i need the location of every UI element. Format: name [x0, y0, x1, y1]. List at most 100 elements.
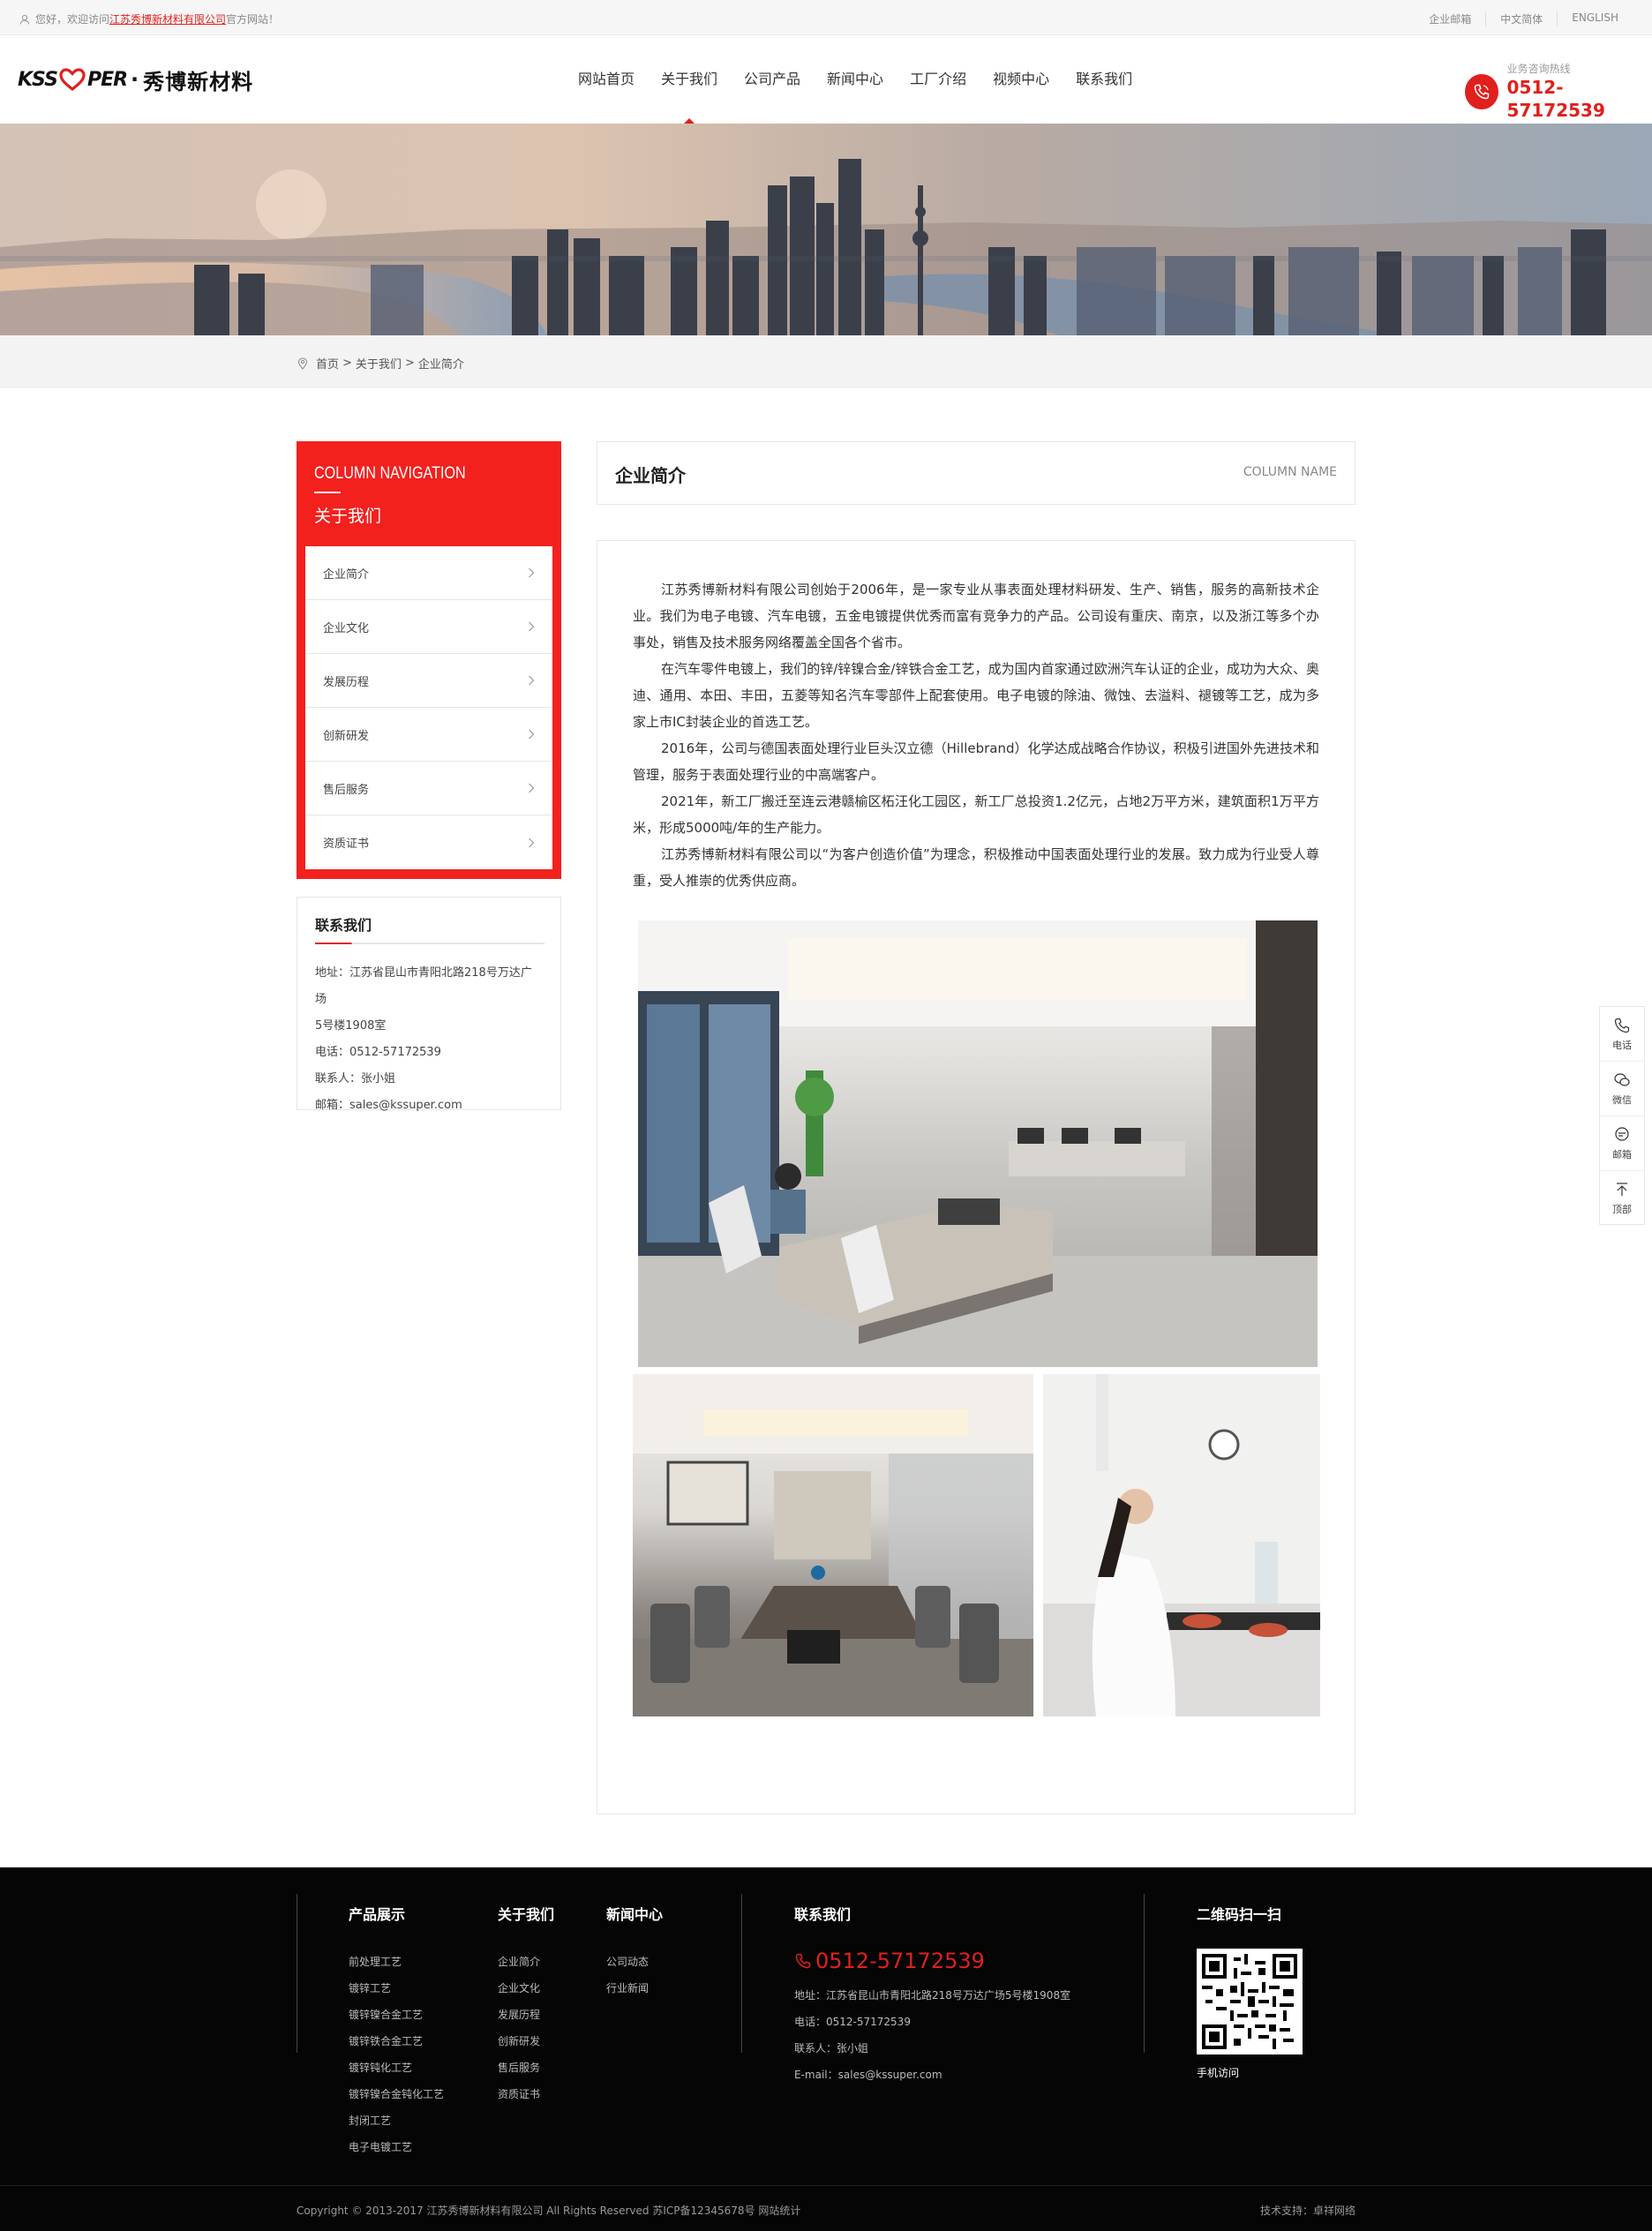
nav-contact[interactable]: 联系我们 — [1063, 35, 1145, 124]
breadcrumb-bar: 首页 > 关于我们 > 企业简介 — [0, 335, 1652, 388]
column-nav-title-en: COLUMN NAVIGATION — [314, 464, 466, 483]
copyright-bar: Copyright © 2013-2017 江苏秀博新材料有限公司 All Ri… — [297, 2203, 1355, 2218]
laboratory-photo — [1043, 1374, 1320, 1716]
footer-link[interactable]: 创新研发 — [498, 2028, 554, 2054]
footer-divider — [741, 1894, 742, 2053]
footer-products: 产品展示 前处理工艺 镀锌工艺 镀锌镍合金工艺 镀锌铁合金工艺 镀锌钝化工艺 镀… — [349, 1903, 444, 2160]
main-nav: 网站首页 关于我们 公司产品 新闻中心 工厂介绍 视频中心 联系我们 — [565, 35, 1145, 124]
float-phone-button[interactable]: 电话 — [1600, 1007, 1644, 1062]
nav-news[interactable]: 新闻中心 — [814, 35, 897, 124]
footer-link[interactable]: 镀锌工艺 — [349, 1975, 444, 2002]
company-link[interactable]: 江苏秀博新材料有限公司 — [109, 11, 226, 26]
sidebar-item-rnd[interactable]: 创新研发 — [305, 708, 552, 762]
link-chinese[interactable]: 中文简体 — [1485, 11, 1557, 26]
company-profile-text: 江苏秀博新材料有限公司创始于2006年，是一家专业从事表面处理材料研发、生产、销… — [633, 576, 1319, 894]
contact-person: 联系人：张小姐 — [315, 1072, 396, 1085]
sidebar-item-label: 售后服务 — [323, 783, 370, 797]
sidebar-item-certificates[interactable]: 资质证书 — [305, 815, 552, 869]
footer-link[interactable]: 电子电镀工艺 — [349, 2134, 444, 2160]
office-photo — [638, 920, 1318, 1367]
footer-link[interactable]: 镀锌镍合金钝化工艺 — [349, 2081, 444, 2107]
breadcrumb-about[interactable]: 关于我们 — [356, 355, 402, 372]
sidebar-item-culture[interactable]: 企业文化 — [305, 600, 552, 654]
sidebar-item-label: 创新研发 — [323, 729, 370, 743]
chevron-right-icon — [529, 729, 535, 740]
breadcrumb-current: 企业简介 — [417, 358, 464, 372]
qr-code — [1197, 1949, 1303, 2054]
footer-contact-title: 联系我们 — [794, 1906, 852, 1923]
breadcrumb-home[interactable]: 首页 — [316, 355, 339, 372]
phone-icon — [1465, 74, 1498, 109]
back-to-top-icon — [1617, 1183, 1627, 1196]
nav-about[interactable]: 关于我们 — [648, 35, 731, 124]
footer-link[interactable]: 售后服务 — [498, 2054, 554, 2081]
nav-products[interactable]: 公司产品 — [731, 35, 814, 124]
phone-icon — [1614, 1018, 1630, 1033]
float-wechat-label: 微信 — [1612, 1093, 1632, 1106]
nav-home[interactable]: 网站首页 — [565, 35, 648, 124]
sidebar-item-service[interactable]: 售后服务 — [305, 762, 552, 815]
hotline-label: 业务咨询热线 — [1506, 63, 1571, 75]
content-body: 江苏秀博新材料有限公司创始于2006年，是一家专业从事表面处理材料研发、生产、销… — [597, 540, 1355, 1814]
contact-address-2: 5号楼1908室 — [315, 1019, 387, 1033]
paragraph: 江苏秀博新材料有限公司创始于2006年，是一家专业从事表面处理材料研发、生产、销… — [633, 582, 1319, 650]
sidebar-item-label: 发展历程 — [323, 675, 370, 689]
footer-contact-line: 联系人：张小姐 — [794, 2042, 869, 2054]
welcome-suffix: 官方网站！ — [226, 13, 280, 26]
nav-factory[interactable]: 工厂介绍 — [897, 35, 980, 124]
qr-caption: 手机访问 — [1197, 2067, 1240, 2079]
sidebar-item-history[interactable]: 发展历程 — [305, 654, 552, 708]
copyright-text: Copyright © 2013-2017 江苏秀博新材料有限公司 All Ri… — [297, 2205, 801, 2217]
link-english[interactable]: ENGLISH — [1557, 11, 1633, 26]
sidebar-item-intro[interactable]: 企业简介 — [305, 546, 552, 600]
footer-link[interactable]: 企业文化 — [498, 1975, 554, 2002]
footer-news-title: 新闻中心 — [606, 1906, 664, 1923]
chevron-right-icon — [529, 675, 535, 686]
float-wechat-button[interactable]: 微信 — [1600, 1062, 1644, 1116]
nav-video[interactable]: 视频中心 — [980, 35, 1063, 124]
link-email[interactable]: 企业邮箱 — [1415, 11, 1485, 26]
wechat-icon — [1614, 1072, 1630, 1086]
footer-link[interactable]: 镀锌镍合金工艺 — [349, 2002, 444, 2028]
float-email-button[interactable]: 邮箱 — [1600, 1116, 1644, 1171]
footer-link[interactable]: 企业简介 — [498, 1949, 554, 1975]
content-header: 企业简介 COLUMN NAME — [597, 441, 1355, 505]
float-phone-label: 电话 — [1612, 1039, 1632, 1051]
sidebar-item-label: 企业简介 — [323, 567, 370, 582]
skyline-illustration — [0, 124, 1652, 335]
contact-title: 联系我们 — [315, 913, 544, 944]
tech-support[interactable]: 技术支持：卓祥网络 — [1260, 2203, 1355, 2218]
footer-link[interactable]: 公司动态 — [606, 1949, 663, 1975]
column-name: COLUMN NAME — [1243, 465, 1337, 479]
welcome-message: 您好，欢迎访问 江苏秀博新材料有限公司 官方网站！ — [19, 11, 279, 26]
footer-qr-title: 二维码扫一扫 — [1197, 1906, 1282, 1923]
footer-link[interactable]: 资质证书 — [498, 2081, 554, 2107]
contact-address: 地址：江苏省昆山市青阳北路218号万达广场 — [315, 966, 532, 1006]
footer-link[interactable]: 镀锌铁合金工艺 — [349, 2028, 444, 2054]
site-logo[interactable]: KSS PER · 秀博新材料 — [18, 62, 253, 97]
footer-contact-line: E-mail：sales@kssuper.com — [794, 2069, 942, 2081]
floating-toolbar: 电话 微信 邮箱 顶部 — [1599, 1006, 1645, 1225]
footer-news: 新闻中心 公司动态 行业新闻 — [606, 1903, 663, 2002]
sidebar-item-label: 企业文化 — [323, 621, 370, 635]
paragraph: 江苏秀博新材料有限公司以“为客户创造价值”为理念，积极推动中国表面处理行业的发展… — [633, 846, 1319, 889]
float-top-button[interactable]: 顶部 — [1600, 1171, 1644, 1226]
logo-dot: · — [131, 67, 140, 92]
laboratory-illustration — [1043, 1374, 1320, 1716]
hotline: 业务咨询热线 0512-57172539 — [1465, 62, 1652, 122]
footer-link[interactable]: 镀锌钝化工艺 — [349, 2054, 444, 2081]
footer-link[interactable]: 行业新闻 — [606, 1975, 663, 2002]
footer-link[interactable]: 封闭工艺 — [349, 2107, 444, 2134]
top-links: 企业邮箱 中文简体 ENGLISH — [1415, 11, 1633, 26]
chevron-right-icon — [529, 567, 535, 578]
contact-lines: 地址：江苏省昆山市青阳北路218号万达广场 5号楼1908室 电话：0512-5… — [315, 960, 543, 1119]
column-navigation: COLUMN NAVIGATION 关于我们 企业简介 企业文化 发展历程 创新… — [297, 441, 561, 879]
footer-separator — [0, 2185, 1652, 2186]
logo-text-left: KSS — [18, 68, 58, 91]
footer-link[interactable]: 发展历程 — [498, 2002, 554, 2028]
location-icon — [297, 357, 308, 370]
footer-phone-number: 0512-57172539 — [815, 1949, 985, 1973]
footer-contact-line: 电话：0512-57172539 — [794, 2016, 911, 2028]
footer-link[interactable]: 前处理工艺 — [349, 1949, 444, 1975]
office-illustration — [638, 920, 1318, 1367]
